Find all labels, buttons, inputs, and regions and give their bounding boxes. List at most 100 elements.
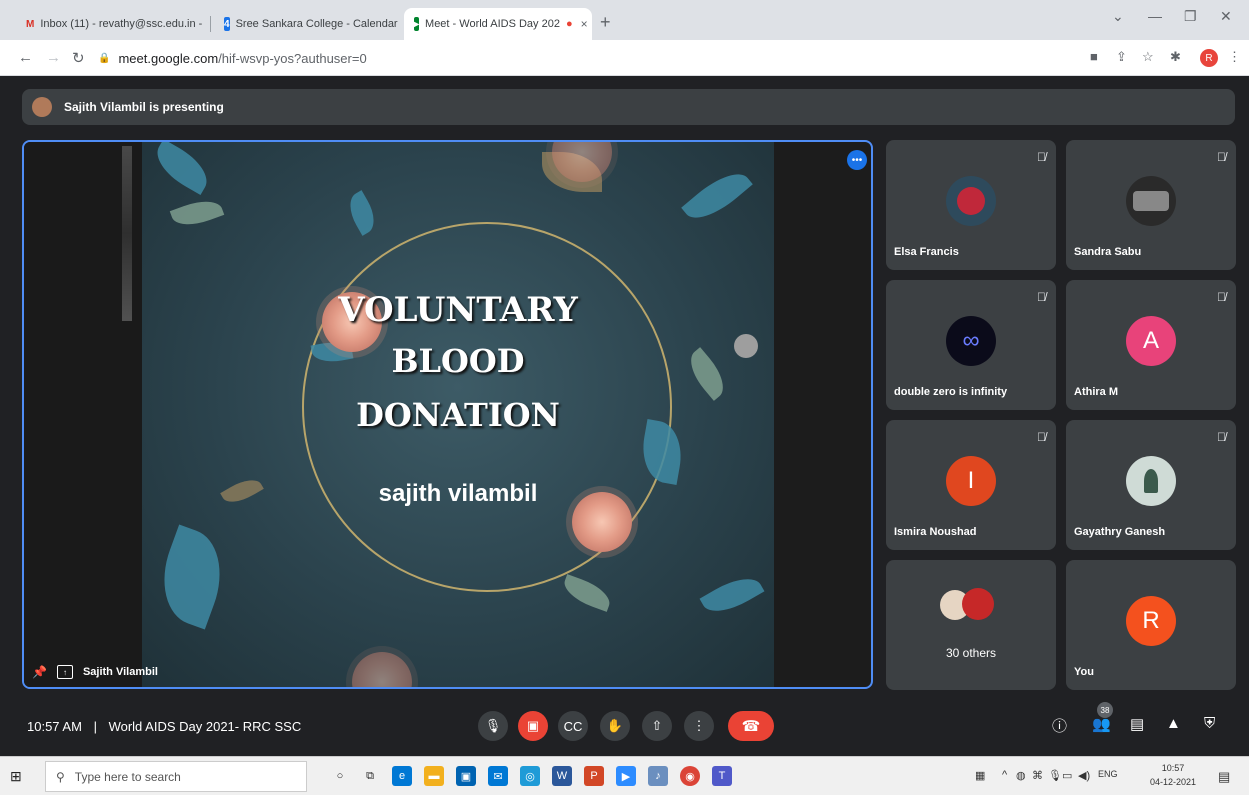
host-controls-icon[interactable]: ⛨ [1204,715,1215,732]
mail-icon[interactable]: ✉ [488,766,508,786]
chat-icon[interactable]: ▤ [1130,715,1144,733]
network-icon[interactable]: ◍ [1016,769,1026,782]
meeting-title: World AIDS Day 2021- RRC SSC [108,719,302,734]
mic-tray-icon[interactable]: 🎙 [1048,769,1062,782]
meeting-info: 10:57 AM | World AIDS Day 2021- RRC SSC [27,719,301,734]
tab-gmail[interactable]: M Inbox (11) - revathy@ssc.edu.in - × [16,8,206,40]
clock-date: 04-12-2021 [1150,777,1197,787]
camera-icon[interactable]: ■ [1090,49,1098,64]
share-icon[interactable]: ⇪ [1116,49,1127,65]
mic-off-icon: 🎙̸ [1217,150,1226,164]
powerpoint-icon[interactable]: P [584,766,604,786]
slide-title-line3: DONATION [356,396,560,434]
leaf-decoration [148,524,236,630]
avatar-image [1133,191,1169,211]
new-tab-button[interactable]: + [600,12,611,33]
windows-taskbar: ⊞ ⚲ Type here to search ○ ⧉ e ▬ ▣ ✉ ◎ W … [0,756,1249,795]
raise-hand-button[interactable]: ✋ [600,711,630,741]
close-button[interactable]: ✕ [1220,8,1232,25]
participant-name: Elsa Francis [894,246,959,258]
slide-author: sajith vilambil [378,480,538,507]
participant-tile[interactable]: 🎙̸ Sandra Sabu [1066,140,1236,270]
avatar [962,588,994,620]
participant-tile[interactable]: 🎙̸ Elsa Francis [886,140,1056,270]
tab-divider [210,16,211,32]
menu-icon[interactable]: ⋮ [1228,49,1241,65]
participant-name: Athira M [1074,386,1118,398]
file-explorer-icon[interactable]: ▬ [424,766,444,786]
leave-call-button[interactable]: ☎ [728,711,774,741]
presenter-avatar [32,97,52,117]
tab-close-icon[interactable]: × [581,17,588,31]
slide-title-line1: VOLUNTARY [338,290,578,330]
word-icon[interactable]: W [552,766,572,786]
activities-icon[interactable]: ▲ [1166,715,1181,732]
search-icon: ⚲ [56,769,65,784]
more-options-icon[interactable]: ••• [847,150,867,170]
bookmark-star-icon[interactable]: ☆ [1142,49,1154,65]
profile-avatar[interactable]: R [1200,49,1218,67]
tab-search-icon[interactable]: ⌄ [1112,8,1124,25]
participant-name: Sandra Sabu [1074,246,1142,258]
maximize-button[interactable]: ❐ [1184,8,1197,25]
zoom-icon[interactable]: ▶ [616,766,636,786]
meet-area: Sajith Vilambil is presenting VOLUNTARY … [0,76,1249,756]
battery-icon[interactable]: ▭ [1062,769,1072,782]
self-tile[interactable]: R You [1066,560,1236,690]
windows-start-icon[interactable]: ⊞ [10,768,22,785]
avatar [1126,456,1176,506]
forward-icon[interactable]: → [46,49,61,66]
participant-tile[interactable]: 🎙̸ I Ismira Noushad [886,420,1056,550]
app-icon[interactable]: ♪ [648,766,668,786]
meeting-controls: 10:57 AM | World AIDS Day 2021- RRC SSC … [0,700,1249,756]
flower-decoration [352,652,412,687]
cursor-dot [734,334,758,358]
present-button[interactable]: ⇧ [642,711,672,741]
captions-button[interactable]: CC [558,711,588,741]
others-tile[interactable]: 30 others [886,560,1056,690]
notification-icon[interactable]: ▤ [1218,769,1230,785]
present-icon: ↑ [56,665,73,679]
meeting-details-icon[interactable]: ⓘ [1052,715,1067,736]
chevron-up-icon[interactable]: ^ [1002,769,1007,781]
tab-meet[interactable]: ▸ Meet - World AIDS Day 202 ● × [404,8,592,40]
more-options-button[interactable]: ⋮ [684,711,714,741]
language-indicator[interactable]: ENG [1098,769,1118,779]
extensions-icon[interactable]: ✱ [1170,49,1181,65]
mic-off-icon: 🎙̸ [1037,290,1046,304]
microphone-button[interactable]: 🎙 [478,711,508,741]
leaf-decoration [681,162,753,230]
store-icon[interactable]: ▣ [456,766,476,786]
pin-icon[interactable]: 📌 [32,665,47,679]
reload-icon[interactable]: ↻ [72,49,85,67]
participant-name: Ismira Noushad [894,526,977,538]
teams-icon[interactable]: T [712,766,732,786]
meet-tray-icon[interactable]: ⌘ [1032,769,1043,782]
cortana-icon[interactable]: ○ [330,766,350,786]
minimize-button[interactable]: — [1148,8,1162,24]
volume-icon[interactable]: ◀) [1078,769,1090,782]
people-icon[interactable]: 👥 [1092,715,1111,733]
app-icon[interactable]: ◎ [520,766,540,786]
url-field[interactable]: 🔒 meet.google.com /hif-wsvp-yos?authuser… [98,46,1068,70]
others-count: 30 others [945,646,997,660]
camera-off-button[interactable]: ▣ [518,711,548,741]
task-view-icon[interactable]: ⧉ [360,766,380,786]
tab-calendar[interactable]: 4 Sree Sankara College - Calendar × [214,8,402,40]
participant-tile[interactable]: 🎙̸ Gayathry Ganesh [1066,420,1236,550]
leaf-decoration [699,568,765,622]
taskbar-search[interactable]: ⚲ Type here to search [45,761,307,792]
participant-tile[interactable]: 🎙̸ A Athira M [1066,280,1236,410]
back-icon[interactable]: ← [18,49,33,66]
taskbar-clock[interactable]: 10:57 04-12-2021 [1150,761,1196,789]
gmail-icon: M [26,18,35,30]
presenting-banner: Sajith Vilambil is presenting [22,89,1235,125]
edge-icon[interactable]: e [392,766,412,786]
chrome-icon[interactable]: ◉ [680,766,700,786]
presentation-stage[interactable]: VOLUNTARY BLOOD DONATION sajith vilambil… [22,140,873,689]
lock-icon: 🔒 [98,52,111,64]
keyboard-icon[interactable]: ▦ [975,769,985,782]
avatar: A [1126,316,1176,366]
participant-tile[interactable]: 🎙̸ ∞ double zero is infinity [886,280,1056,410]
calendar-icon: 4 [224,17,230,31]
